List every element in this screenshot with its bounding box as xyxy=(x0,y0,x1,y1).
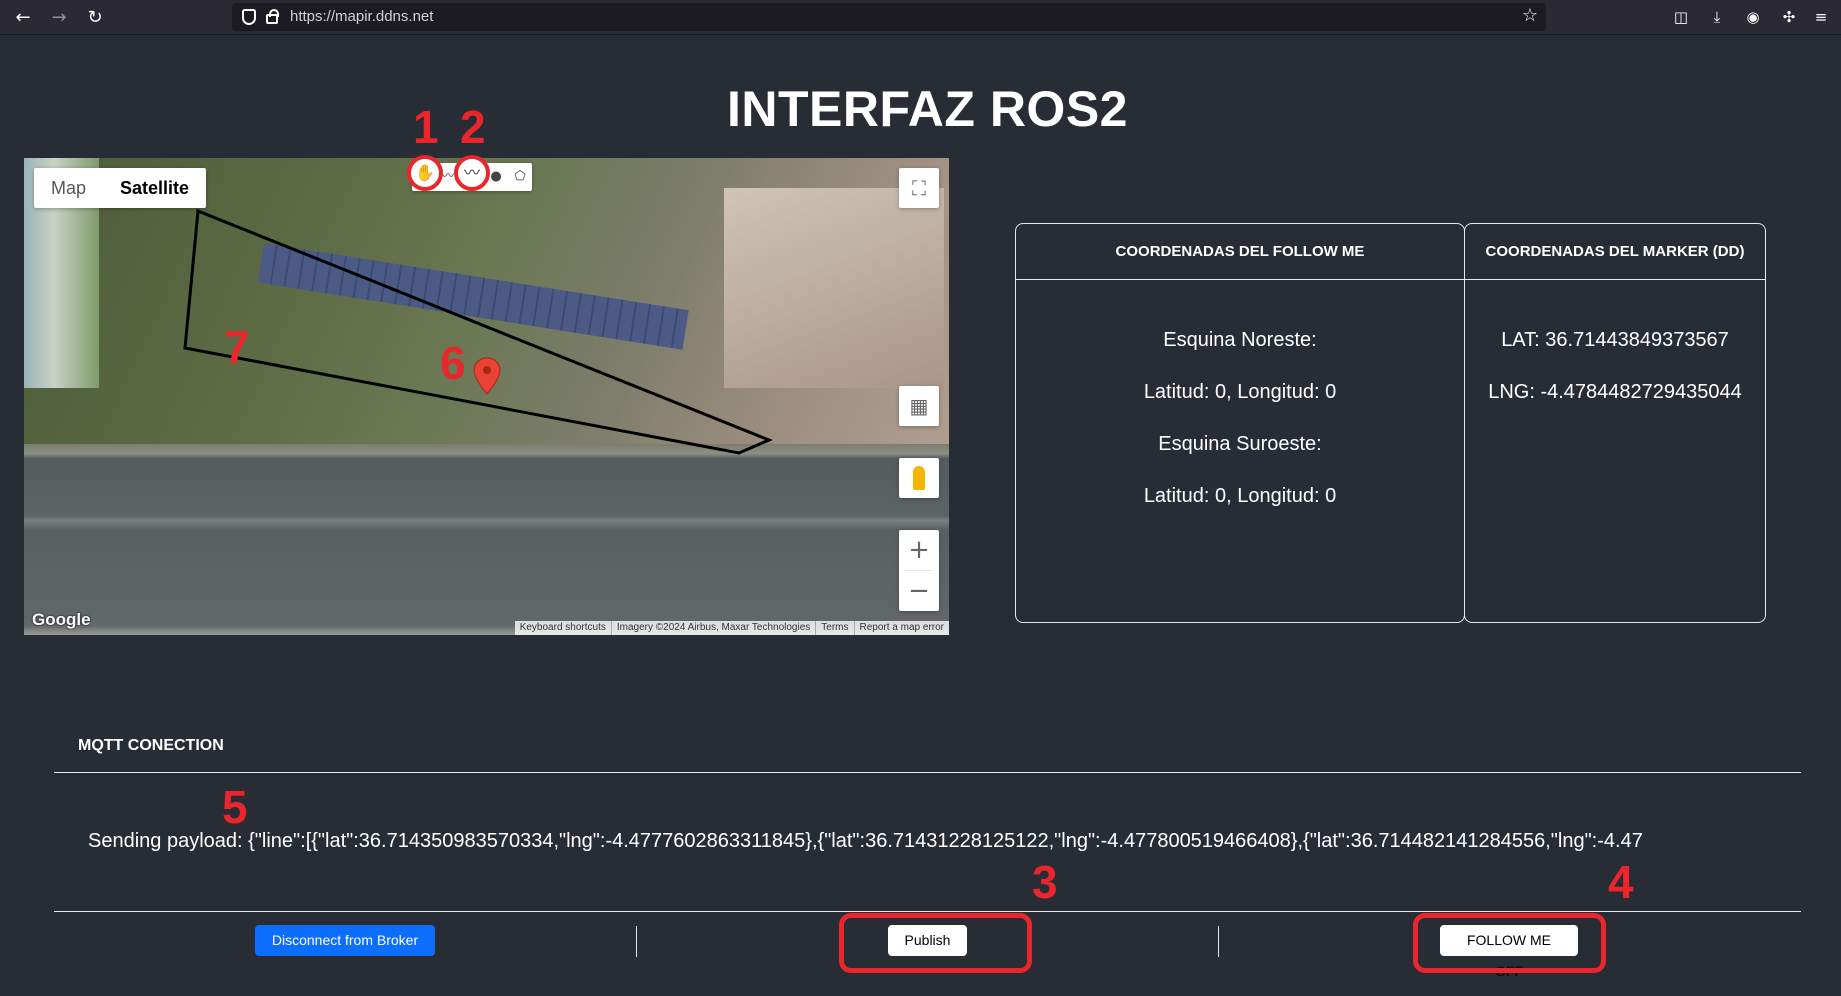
download-icon[interactable]: ⤓ xyxy=(1706,6,1728,28)
report-error-link[interactable]: Report a map error xyxy=(853,621,949,635)
shield-icon[interactable] xyxy=(242,9,256,25)
bookmark-star-icon[interactable]: ☆ xyxy=(1522,5,1538,26)
map-attribution: Keyboard shortcuts Imagery ©2024 Airbus,… xyxy=(514,621,949,635)
marker-lng: LNG: -4.4784482729435044 xyxy=(1488,381,1742,403)
map-type-map[interactable]: Map xyxy=(34,168,103,208)
annotation-2: 2 xyxy=(460,101,486,153)
lock-icon[interactable] xyxy=(266,9,279,24)
pocket-icon[interactable]: ◫ xyxy=(1670,6,1692,28)
annotation-1: 1 xyxy=(413,101,439,153)
divider xyxy=(54,911,1801,912)
map-type-satellite[interactable]: Satellite xyxy=(103,168,206,208)
mqtt-payload: Sending payload: {"line":[{"lat":36.7143… xyxy=(88,830,1643,852)
annotation-circle-hand-icon: ✋ xyxy=(407,155,443,191)
menu-icon[interactable]: ≡ xyxy=(1810,6,1832,28)
map-type-control[interactable]: Map Satellite xyxy=(34,168,207,208)
imagery-credit: Imagery ©2024 Airbus, Maxar Technologies xyxy=(610,621,815,635)
forward-arrow-icon[interactable]: → xyxy=(46,5,72,31)
disconnect-button[interactable]: Disconnect from Broker xyxy=(255,925,435,956)
mqtt-title: MQTT CONECTION xyxy=(78,737,224,754)
annotation-3: 3 xyxy=(1032,856,1058,908)
divider xyxy=(636,926,637,957)
marker-lat: LAT: 36.71443849373567 xyxy=(1501,329,1729,351)
polygon-icon[interactable]: ⬠ xyxy=(508,163,532,191)
back-arrow-icon[interactable]: ← xyxy=(10,5,36,31)
annotation-rect-publish xyxy=(839,913,1032,973)
annotation-5: 5 xyxy=(222,781,248,833)
keyboard-shortcuts-link[interactable]: Keyboard shortcuts xyxy=(515,621,611,635)
follow-me-panel: COORDENADAS DEL FOLLOW ME Esquina Norest… xyxy=(1015,223,1465,623)
map-marker-icon xyxy=(473,357,501,395)
google-logo[interactable]: Google xyxy=(32,610,91,630)
follow-me-header: COORDENADAS DEL FOLLOW ME xyxy=(1016,224,1464,280)
ne-corner-label: Esquina Noreste: xyxy=(1163,329,1317,351)
sw-corner-label: Esquina Suroeste: xyxy=(1158,433,1322,455)
divider xyxy=(54,772,1801,773)
satellite-map[interactable]: Map Satellite ✋ 〰 □ ● ⬠ ⛶ ▦ + − Google K… xyxy=(24,158,949,635)
marker-header: COORDENADAS DEL MARKER (DD) xyxy=(1465,224,1765,280)
page-title: INTERFAZ ROS2 xyxy=(727,81,1128,137)
marker-panel: COORDENADAS DEL MARKER (DD) LAT: 36.7144… xyxy=(1464,223,1766,623)
extensions-icon[interactable]: ✣ xyxy=(1778,6,1800,28)
annotation-7: 7 xyxy=(224,321,250,373)
terms-link[interactable]: Terms xyxy=(815,621,853,635)
annotation-rect-follow xyxy=(1413,913,1606,973)
annotation-6: 6 xyxy=(440,337,466,389)
url-text[interactable]: https://mapir.ddns.net xyxy=(290,8,433,25)
annotation-circle-polyline-icon: 〰 xyxy=(454,155,490,191)
annotation-4: 4 xyxy=(1608,856,1634,908)
reload-icon[interactable]: ↻ xyxy=(82,5,108,31)
sw-corner-value: Latitud: 0, Longitud: 0 xyxy=(1143,485,1337,507)
fullscreen-icon[interactable]: ⛶ xyxy=(899,168,939,208)
zoom-control: + − xyxy=(899,530,939,611)
ne-corner-value: Latitud: 0, Longitud: 0 xyxy=(1143,381,1337,403)
map-overlay xyxy=(183,208,773,455)
zoom-out-icon[interactable]: − xyxy=(899,571,939,611)
pegman-icon[interactable] xyxy=(899,458,939,498)
browser-toolbar: ← → ↻ https://mapir.ddns.net ☆ ◫ ⤓ ◉ ✣ ≡ xyxy=(0,0,1841,35)
zoom-in-icon[interactable]: + xyxy=(899,530,939,570)
divider xyxy=(1218,926,1219,957)
layers-icon[interactable]: ▦ xyxy=(899,386,939,426)
address-bar[interactable]: https://mapir.ddns.net ☆ xyxy=(232,3,1546,31)
drawn-polygon xyxy=(183,208,773,455)
account-icon[interactable]: ◉ xyxy=(1742,6,1764,28)
